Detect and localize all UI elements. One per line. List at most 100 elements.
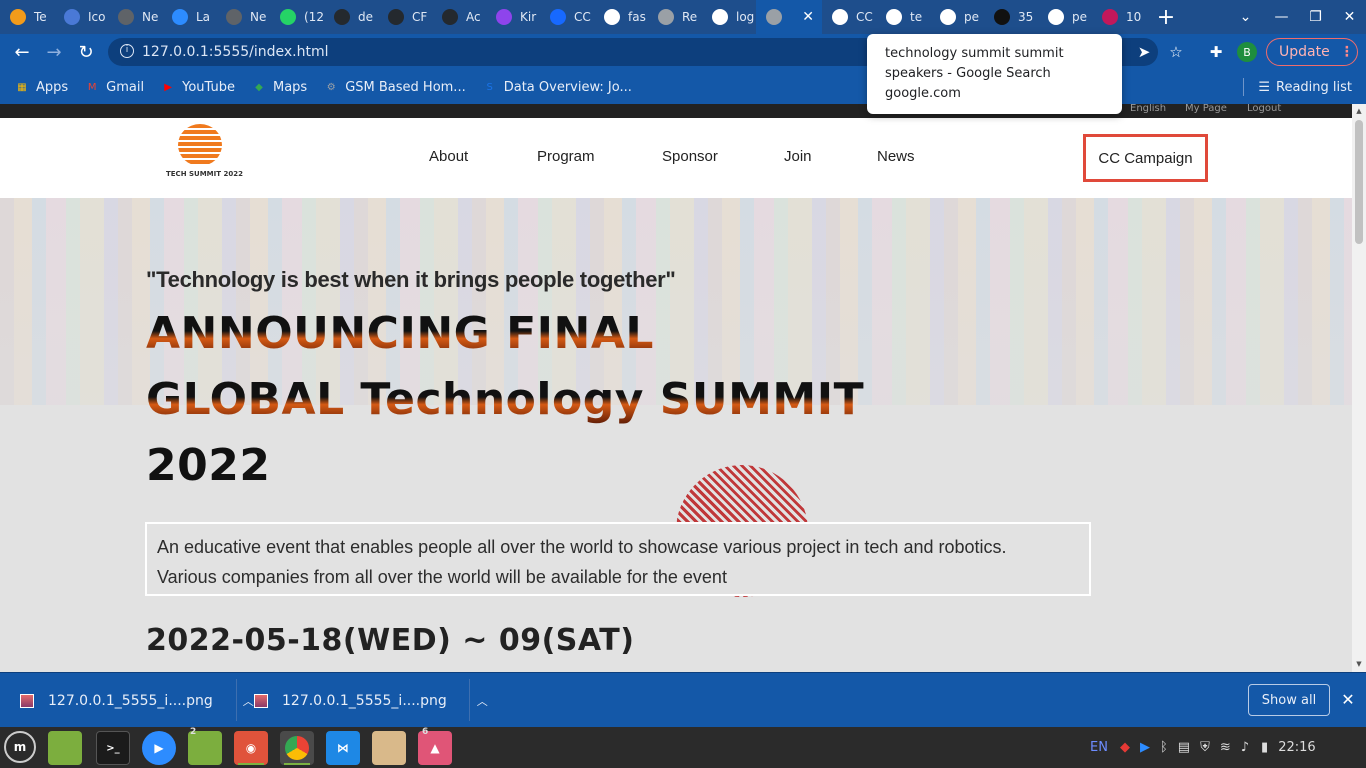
divider xyxy=(236,679,237,721)
new-tab-icon[interactable]: + xyxy=(1146,0,1186,34)
page-scrollbar[interactable]: ▲ ▼ xyxy=(1352,104,1366,672)
minimize-icon[interactable]: — xyxy=(1264,0,1299,34)
nav-about[interactable]: About xyxy=(429,148,468,165)
bookmark-item[interactable]: ▦ Apps xyxy=(6,73,76,101)
bookmark-label: Gmail xyxy=(106,79,145,95)
shield-icon[interactable]: ⛨ xyxy=(1200,740,1210,755)
browser-tab[interactable]: Re xyxy=(648,0,702,34)
browser-tab[interactable]: Ne xyxy=(108,0,162,34)
nav-sponsor[interactable]: Sponsor xyxy=(662,148,718,165)
browser-tab[interactable]: CC xyxy=(540,0,594,34)
keyboard-layout[interactable]: EN xyxy=(1090,740,1108,755)
browser-tab[interactable]: CF xyxy=(378,0,432,34)
zoom-icon[interactable]: ▶ xyxy=(142,731,176,765)
logo-emblem xyxy=(178,124,222,166)
logout-link[interactable]: Logout xyxy=(1247,104,1281,114)
nav-program[interactable]: Program xyxy=(537,148,595,165)
tab-title: CF xyxy=(412,10,428,24)
files-folder-icon[interactable] xyxy=(48,731,82,765)
bookmark-item[interactable]: S Data Overview: Jo... xyxy=(474,73,640,101)
browser-tab[interactable]: 35 xyxy=(984,0,1038,34)
photos-icon[interactable]: ▲ 6 xyxy=(418,727,452,765)
browser-tab[interactable]: La xyxy=(162,0,216,34)
wifi-icon[interactable]: ≋ xyxy=(1220,740,1231,755)
browser-tab[interactable]: CC xyxy=(822,0,876,34)
browser-tab[interactable]: Ne xyxy=(216,0,270,34)
browser-tab[interactable]: Ico xyxy=(54,0,108,34)
tab-title: (12 xyxy=(304,10,324,24)
reading-list-icon: ☰ xyxy=(1258,79,1270,95)
extensions-puzzle-icon[interactable]: ✚ xyxy=(1204,40,1228,64)
sound-icon[interactable]: ♪ xyxy=(1241,740,1249,755)
show-all-button[interactable]: Show all xyxy=(1248,684,1330,716)
terminal-icon[interactable]: >_ xyxy=(96,731,130,765)
files-folder-icon[interactable]: 2 xyxy=(188,727,222,765)
menu-dots-icon[interactable]: ⋮ xyxy=(1340,44,1354,60)
browser-tab[interactable]: Te xyxy=(0,0,54,34)
profile-avatar[interactable]: B xyxy=(1237,42,1257,62)
anydesk-icon[interactable]: ◆ xyxy=(1120,740,1130,755)
chrome-icon[interactable] xyxy=(280,731,314,765)
bookmark-item[interactable]: ▶ YouTube xyxy=(152,73,243,101)
vscode-icon[interactable]: ⋈ xyxy=(326,731,360,765)
close-shelf-icon[interactable]: ✕ xyxy=(1338,687,1358,711)
download-item[interactable]: 127.0.0.1_5555_i....png ︿ xyxy=(20,673,254,728)
browser-tab[interactable]: pe xyxy=(930,0,984,34)
cc-campaign-button[interactable]: CC Campaign xyxy=(1083,134,1208,182)
download-item[interactable]: 127.0.0.1_5555_i....png ︿ xyxy=(254,673,488,728)
browser-tab[interactable]: pe xyxy=(1038,0,1092,34)
bookmark-star-icon[interactable]: ☆ xyxy=(1164,40,1188,64)
bluetooth-icon[interactable]: ᛒ xyxy=(1160,740,1168,755)
update-button[interactable]: Update ⋮ xyxy=(1266,38,1358,66)
browser-tab[interactable]: de xyxy=(324,0,378,34)
event-dates: 2022-05-18(WED) ~ 09(SAT) xyxy=(146,623,635,658)
clock[interactable]: 22:16 xyxy=(1278,740,1315,755)
browser-tab[interactable]: 10 xyxy=(1092,0,1146,34)
forward-icon[interactable]: → xyxy=(40,38,68,66)
browser-tab[interactable]: (12 xyxy=(270,0,324,34)
firefox-icon[interactable]: ◉ xyxy=(234,731,268,765)
browser-tab[interactable]: te xyxy=(876,0,930,34)
back-icon[interactable]: ← xyxy=(8,38,36,66)
nav-news[interactable]: News xyxy=(877,148,915,165)
browser-tab[interactable]: Kir xyxy=(486,0,540,34)
page-viewport: English My Page Logout TECH SUMMIT 2022 … xyxy=(0,104,1352,672)
english-link[interactable]: English xyxy=(1130,104,1166,114)
scroll-thumb[interactable] xyxy=(1355,120,1363,244)
chevron-up-icon[interactable]: ︿ xyxy=(477,693,488,709)
send-icon[interactable]: ➤ xyxy=(1132,40,1156,64)
github-icon xyxy=(334,9,350,25)
reload-icon[interactable]: ↻ xyxy=(72,38,100,66)
battery-icon[interactable]: ▮ xyxy=(1261,740,1268,755)
info-icon[interactable]: i xyxy=(120,44,134,58)
clipboard-icon[interactable]: ▤ xyxy=(1178,740,1190,755)
event-description: An educative event that enables people a… xyxy=(145,522,1091,596)
archive-icon[interactable] xyxy=(372,731,406,765)
scroll-up-icon[interactable]: ▲ xyxy=(1352,104,1366,118)
google-icon xyxy=(886,9,902,25)
bookmark-item[interactable]: ⚙ GSM Based Hom... xyxy=(315,73,474,101)
bookmark-item[interactable]: M Gmail xyxy=(76,73,152,101)
scroll-down-icon[interactable]: ▼ xyxy=(1352,657,1366,671)
site-logo[interactable]: TECH SUMMIT 2022 xyxy=(166,122,243,184)
flag-icon xyxy=(64,9,80,25)
browser-tab[interactable]: fas xyxy=(594,0,648,34)
browser-tab[interactable]: ✕ xyxy=(756,0,822,34)
description-line-1: An educative event that enables people a… xyxy=(157,537,1007,557)
mypage-link[interactable]: My Page xyxy=(1185,104,1227,114)
reading-list-button[interactable]: ☰ Reading list xyxy=(1243,70,1352,104)
tab-title: 35 xyxy=(1018,10,1034,24)
close-window-icon[interactable]: ✕ xyxy=(1332,0,1366,34)
nav-join[interactable]: Join xyxy=(784,148,812,165)
browser-tab[interactable]: Ac xyxy=(432,0,486,34)
browser-tab[interactable]: log xyxy=(702,0,756,34)
cc-campaign-label: CC Campaign xyxy=(1098,149,1193,167)
zoom-tray-icon[interactable]: ▶ xyxy=(1140,740,1150,755)
mint-menu-icon[interactable]: m xyxy=(4,731,36,763)
chevron-up-icon[interactable]: ︿ xyxy=(243,693,254,709)
tab-title: fas xyxy=(628,10,646,24)
maximize-icon[interactable]: ❐ xyxy=(1298,0,1333,34)
close-tab-icon[interactable]: ✕ xyxy=(802,9,814,25)
bookmark-item[interactable]: ◆ Maps xyxy=(243,73,315,101)
tab-search-icon[interactable]: ⌄ xyxy=(1228,0,1263,34)
